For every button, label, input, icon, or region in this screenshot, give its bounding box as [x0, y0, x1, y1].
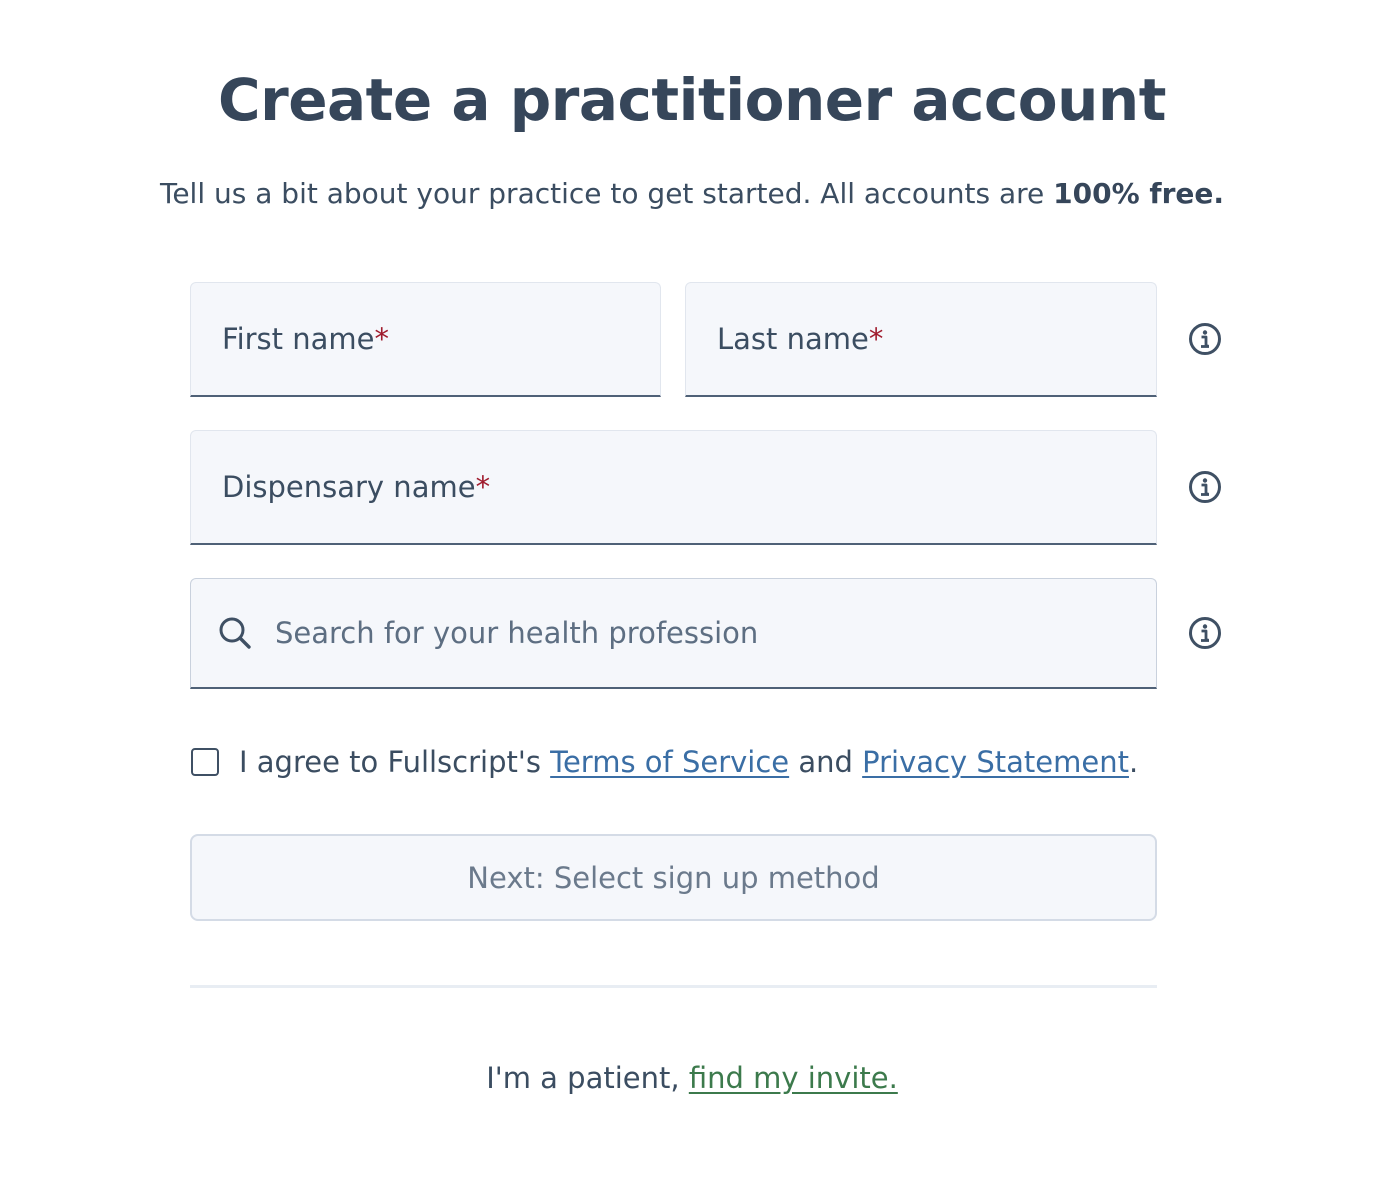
required-asterisk: *	[475, 470, 491, 504]
terms-checkbox[interactable]	[191, 748, 219, 776]
agreement-suffix: .	[1128, 745, 1139, 779]
page-subtitle: Tell us a bit about your practice to get…	[0, 174, 1384, 214]
patient-invite-row: I'm a patient, find my invite.	[0, 1058, 1384, 1098]
next-select-signup-method-button[interactable]: Next: Select sign up method	[190, 834, 1157, 921]
first-name-label: First name*	[191, 322, 389, 356]
patient-prefix: I'm a patient,	[486, 1061, 689, 1095]
info-icon[interactable]	[1188, 616, 1222, 650]
first-name-label-text: First name	[222, 322, 375, 356]
subtitle-free-emphasis: 100% free.	[1053, 177, 1224, 210]
divider	[190, 985, 1157, 988]
first-name-field[interactable]: First name*	[190, 282, 661, 397]
terms-of-service-link[interactable]: Terms of Service	[550, 745, 789, 779]
required-asterisk: *	[868, 322, 884, 356]
info-icon[interactable]	[1188, 470, 1222, 504]
last-name-field[interactable]: Last name*	[685, 282, 1157, 397]
terms-agreement-text: I agree to Fullscript's Terms of Service…	[239, 745, 1138, 779]
profession-search-placeholder: Search for your health profession	[275, 616, 759, 650]
last-name-label: Last name*	[686, 322, 883, 356]
find-my-invite-link[interactable]: find my invite.	[689, 1061, 898, 1095]
dispensary-name-label-text: Dispensary name	[222, 470, 476, 504]
page-title: Create a practitioner account	[218, 66, 1166, 134]
search-icon	[217, 615, 253, 651]
subtitle-text: Tell us a bit about your practice to get…	[159, 177, 1054, 210]
dispensary-name-field[interactable]: Dispensary name*	[190, 430, 1157, 545]
agreement-and: and	[789, 745, 863, 779]
required-asterisk: *	[374, 322, 390, 356]
agreement-prefix: I agree to Fullscript's	[239, 745, 551, 779]
dispensary-name-label: Dispensary name*	[191, 470, 490, 504]
privacy-statement-link[interactable]: Privacy Statement	[862, 745, 1129, 779]
info-icon[interactable]	[1188, 322, 1222, 356]
profession-search-input[interactable]: Search for your health profession	[190, 578, 1157, 689]
last-name-label-text: Last name	[717, 322, 869, 356]
terms-agreement-row: I agree to Fullscript's Terms of Service…	[191, 740, 1138, 784]
